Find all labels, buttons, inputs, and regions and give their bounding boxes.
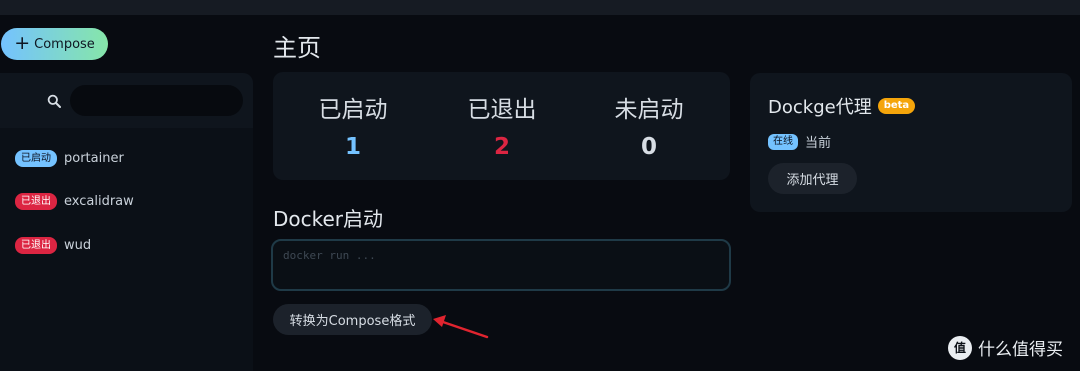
agent-status: 在线 当前	[768, 132, 831, 151]
sidebar: 已启动 portainer 已退出 excalidraw 已退出 wud	[0, 73, 253, 371]
top-bar	[0, 0, 1080, 15]
stat-label: 已退出	[467, 97, 537, 123]
stats-card: 已启动 1 已退出 2 未启动 0	[273, 72, 730, 180]
docker-run-input[interactable]	[271, 239, 731, 291]
stat-label: 已启动	[318, 97, 388, 123]
stack-name: wud	[64, 237, 92, 253]
stack-name: excalidraw	[64, 193, 134, 209]
stat-exited: 已退出 2	[442, 90, 562, 160]
stat-not-started: 未启动 0	[589, 90, 709, 160]
stack-item-portainer[interactable]: 已启动 portainer	[15, 149, 124, 167]
stat-value: 1	[344, 134, 361, 160]
stat-running: 已启动 1	[293, 90, 413, 160]
stack-item-wud[interactable]: 已退出 wud	[15, 236, 91, 254]
annotation-arrow	[433, 315, 489, 339]
convert-to-compose-button[interactable]: 转换为Compose格式	[273, 304, 432, 335]
stack-item-excalidraw[interactable]: 已退出 excalidraw	[15, 192, 134, 210]
agent-card: Dockge代理 beta 在线 当前 添加代理	[750, 73, 1072, 212]
new-compose-label: Compose	[34, 36, 95, 52]
agent-title-text: Dockge代理	[768, 97, 872, 118]
beta-badge: beta	[877, 98, 916, 114]
agent-current-label: 当前	[805, 136, 832, 151]
stack-name: portainer	[64, 150, 124, 166]
add-agent-button[interactable]: 添加代理	[768, 163, 857, 194]
new-compose-button[interactable]: + Compose	[1, 28, 108, 60]
stat-label: 未启动	[614, 97, 684, 123]
watermark: 值 什么值得买	[948, 335, 1063, 360]
online-badge: 在线	[768, 133, 798, 150]
status-badge: 已退出	[15, 192, 57, 210]
stat-value: 0	[640, 134, 657, 160]
search-icon	[47, 94, 61, 108]
agent-title: Dockge代理 beta	[768, 93, 916, 119]
watermark-logo-icon: 值	[948, 335, 972, 360]
search-input[interactable]	[70, 85, 243, 116]
stat-value: 2	[493, 134, 510, 160]
status-badge: 已退出	[15, 236, 57, 254]
sidebar-search-bar	[0, 73, 253, 128]
docker-run-title: Docker启动	[273, 207, 384, 231]
plus-icon: +	[14, 31, 31, 54]
page-title: 主页	[273, 34, 321, 62]
status-badge: 已启动	[15, 149, 57, 167]
watermark-text: 什么值得买	[978, 340, 1063, 360]
